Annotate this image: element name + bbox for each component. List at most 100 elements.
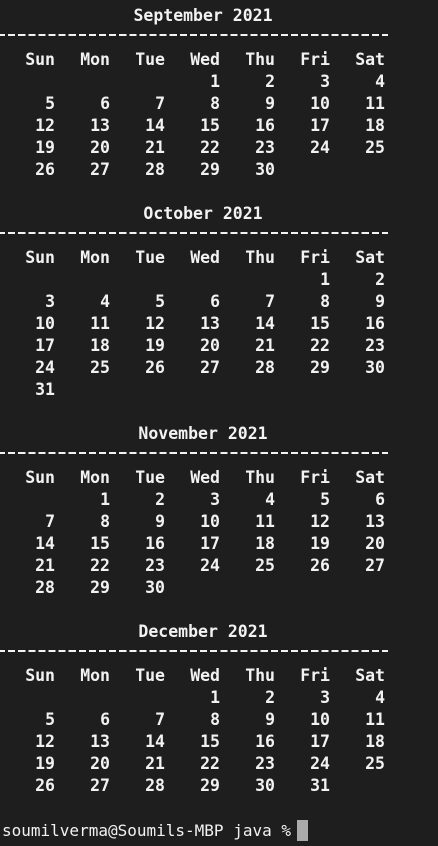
day-cell: 22 — [200, 754, 220, 773]
weekday-header: Tue — [135, 50, 165, 69]
month-title: September 2021 — [133, 6, 273, 25]
day-cell: 12 — [35, 116, 55, 135]
day-cell: 6 — [100, 94, 110, 113]
day-cell: 17 — [200, 534, 220, 553]
day-cell: 11 — [365, 94, 385, 113]
text-cursor — [296, 819, 308, 841]
day-cell: 16 — [145, 534, 165, 553]
day-cell: 11 — [365, 710, 385, 729]
day-cell: 22 — [200, 138, 220, 157]
weekday-header: Mon — [80, 666, 110, 685]
day-cell: 12 — [145, 314, 165, 333]
day-cell: 5 — [155, 292, 165, 311]
day-cell: 15 — [200, 732, 220, 751]
day-cell: 14 — [145, 116, 165, 135]
weekday-header: Tue — [135, 468, 165, 487]
day-cell: 2 — [155, 490, 165, 509]
day-cell: 16 — [255, 732, 275, 751]
weekday-header: Thu — [245, 666, 275, 685]
day-cell: 3 — [320, 72, 330, 91]
day-cell: 22 — [310, 336, 330, 355]
day-cell: 1 — [100, 490, 110, 509]
day-cell: 14 — [255, 314, 275, 333]
weekday-header: Sun — [25, 50, 55, 69]
day-cell: 28 — [255, 358, 275, 377]
day-cell: 15 — [310, 314, 330, 333]
day-cell: 19 — [145, 336, 165, 355]
day-cell: 31 — [310, 776, 330, 795]
day-cell: 17 — [35, 336, 55, 355]
shell-prompt: soumilverma@Soumils-MBP java % — [2, 821, 291, 840]
day-cell: 27 — [200, 358, 220, 377]
day-cell: 2 — [265, 688, 275, 707]
day-cell: 16 — [255, 116, 275, 135]
weekday-header: Thu — [245, 50, 275, 69]
day-cell: 5 — [320, 490, 330, 509]
day-cell: 30 — [365, 358, 385, 377]
day-cell: 11 — [255, 512, 275, 531]
day-cell: 9 — [375, 292, 385, 311]
day-cell: 9 — [265, 94, 275, 113]
day-cell: 23 — [255, 138, 275, 157]
day-cell: 4 — [375, 688, 385, 707]
month-title: October 2021 — [143, 204, 263, 223]
day-cell: 20 — [200, 336, 220, 355]
day-cell: 7 — [155, 710, 165, 729]
weekday-header: Fri — [300, 50, 330, 69]
day-cell: 20 — [90, 138, 110, 157]
day-cell: 3 — [45, 292, 55, 311]
day-cell: 26 — [35, 160, 55, 179]
weekday-header: Sun — [25, 666, 55, 685]
day-cell: 15 — [90, 534, 110, 553]
day-cell: 24 — [310, 754, 330, 773]
weekday-header: Wed — [190, 248, 220, 267]
day-cell: 11 — [90, 314, 110, 333]
day-cell: 9 — [265, 710, 275, 729]
day-cell: 8 — [210, 94, 220, 113]
day-cell: 28 — [145, 776, 165, 795]
day-cell: 8 — [320, 292, 330, 311]
day-cell: 22 — [90, 556, 110, 575]
day-cell: 4 — [100, 292, 110, 311]
day-cell: 20 — [90, 754, 110, 773]
month-title: November 2021 — [138, 424, 268, 443]
dashed-separator — [0, 650, 388, 654]
weekday-header: Wed — [190, 666, 220, 685]
dashed-separator — [0, 232, 388, 236]
weekday-header: Sun — [25, 468, 55, 487]
day-cell: 10 — [35, 314, 55, 333]
weekday-header: Fri — [300, 666, 330, 685]
day-cell: 17 — [310, 116, 330, 135]
day-cell: 27 — [90, 776, 110, 795]
terminal-window[interactable]: September 2021 Sun Mon Tue Wed Thu Fri Sat 1 2 3 4 5… — [0, 0, 438, 846]
day-cell: 6 — [375, 490, 385, 509]
day-cell: 15 — [200, 116, 220, 135]
day-cell: 16 — [365, 314, 385, 333]
day-cell: 19 — [35, 138, 55, 157]
day-cell: 18 — [365, 116, 385, 135]
day-cell: 7 — [45, 512, 55, 531]
day-cell: 30 — [145, 578, 165, 597]
day-cell: 28 — [145, 160, 165, 179]
weekday-header: Sat — [355, 468, 385, 487]
day-cell: 1 — [320, 270, 330, 289]
day-cell: 18 — [255, 534, 275, 553]
weekday-header: Mon — [80, 468, 110, 487]
weekday-header: Thu — [245, 468, 275, 487]
day-cell: 29 — [310, 358, 330, 377]
day-cell: 23 — [145, 556, 165, 575]
day-cell: 27 — [365, 556, 385, 575]
day-cell: 23 — [365, 336, 385, 355]
weekday-header: Sat — [355, 50, 385, 69]
weekday-header: Fri — [300, 468, 330, 487]
day-cell: 25 — [255, 556, 275, 575]
day-cell: 30 — [255, 776, 275, 795]
day-cell: 27 — [90, 160, 110, 179]
shell-prompt-line[interactable]: soumilverma@Soumils-MBP java % — [2, 819, 308, 843]
weekday-header: Mon — [80, 248, 110, 267]
day-cell: 3 — [210, 490, 220, 509]
day-cell: 8 — [100, 512, 110, 531]
day-cell: 7 — [265, 292, 275, 311]
day-cell: 31 — [35, 380, 55, 399]
day-cell: 17 — [310, 732, 330, 751]
